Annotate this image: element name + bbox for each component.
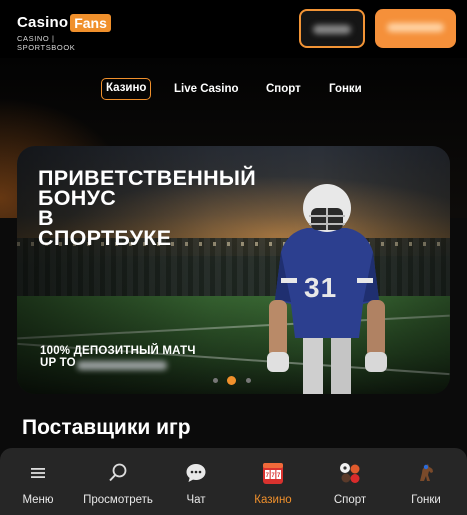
logo-tagline: CASINO | SPORTSBOOK <box>17 34 76 52</box>
slot-machine-icon: 7 7 7 <box>263 463 283 484</box>
hero-banner[interactable]: 31 ПРИВЕТСТВЕННЫЙ БОНУС В СПОРТБУКЕ 100%… <box>17 146 450 394</box>
category-tabs: Казино Live Casino Спорт Гонки <box>0 78 467 100</box>
tab-racing[interactable]: Гонки <box>329 80 362 102</box>
logo-casino-text: Casino <box>17 14 69 31</box>
logo-fans-text: Fans <box>70 13 111 32</box>
register-button[interactable] <box>375 9 456 48</box>
bottom-nav-casino[interactable]: 7 7 7 Казино <box>243 448 303 515</box>
bottom-nav-browse[interactable]: Просмотреть <box>82 448 154 515</box>
bottom-nav-label: Казино <box>254 494 292 506</box>
bottom-nav-label: Гонки <box>411 494 441 506</box>
search-icon <box>109 463 127 482</box>
casino-fans-logo[interactable]: Casino Fans CASINO | SPORTSBOOK <box>17 13 111 52</box>
hero-subtitle-line1: 100% ДЕПОЗИТНЫЙ МАТЧ <box>40 345 196 357</box>
hero-title-line: СПОРТБУКЕ <box>38 226 172 250</box>
hero-title-line: В <box>38 206 54 230</box>
bottom-nav-label: Спорт <box>333 494 367 506</box>
section-title-providers: Поставщики игр <box>22 416 191 439</box>
carousel-dot[interactable] <box>213 378 218 383</box>
hero-title: ПРИВЕТСТВЕННЫЙ БОНУС В СПОРТБУКЕ <box>38 166 298 250</box>
bottom-navigation: Меню Просмотреть Чат 7 7 7 Казино Спорт … <box>0 448 467 515</box>
tab-casino[interactable]: Казино <box>101 78 152 100</box>
hero-title-line: ПРИВЕТСТВЕННЫЙ <box>38 166 256 190</box>
bottom-nav-label: Чат <box>186 494 206 506</box>
login-button-label <box>313 25 351 34</box>
tab-sport[interactable]: Спорт <box>266 80 301 102</box>
chat-icon <box>186 464 206 482</box>
hero-blurred-amount <box>77 361 167 370</box>
bottom-nav-racing[interactable]: Гонки <box>396 448 456 515</box>
bottom-nav-label: Меню <box>22 494 54 506</box>
sports-balls-icon <box>340 463 360 483</box>
jersey-number: 31 <box>304 272 338 303</box>
bottom-nav-menu[interactable]: Меню <box>6 448 70 515</box>
register-button-label <box>387 23 444 32</box>
menu-icon <box>31 468 45 478</box>
carousel-dot-active[interactable] <box>227 376 236 385</box>
tab-live-casino[interactable]: Live Casino <box>174 80 239 102</box>
header: Casino Fans CASINO | SPORTSBOOK <box>0 0 467 58</box>
login-button[interactable] <box>299 9 365 48</box>
hero-title-line: БОНУС <box>38 186 117 210</box>
horse-racing-icon <box>420 464 433 481</box>
carousel-dot[interactable] <box>246 378 251 383</box>
bottom-nav-sport[interactable]: Спорт <box>320 448 380 515</box>
bottom-nav-chat[interactable]: Чат <box>166 448 226 515</box>
bottom-nav-label: Просмотреть <box>83 494 153 506</box>
